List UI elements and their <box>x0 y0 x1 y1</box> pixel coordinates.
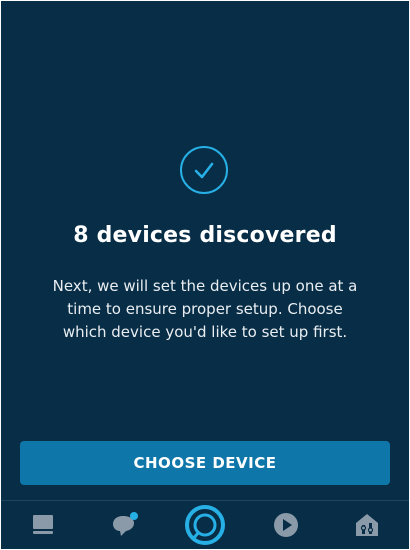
nav-item-play[interactable] <box>256 501 316 549</box>
choose-device-button[interactable]: CHOOSE DEVICE <box>20 441 390 485</box>
nav-item-home[interactable] <box>13 501 73 549</box>
communicate-icon <box>113 512 138 536</box>
device-discovery-screen: 8 devices discovered Next, we will set t… <box>1 1 409 549</box>
success-check-circle <box>180 146 228 194</box>
bottom-nav <box>1 501 409 549</box>
nav-item-alexa[interactable] <box>175 501 235 549</box>
checkmark-icon <box>194 162 214 179</box>
instruction-text: Next, we will set the devices up one at … <box>52 277 358 341</box>
page-title: 8 devices discovered <box>73 223 337 248</box>
nav-item-devices[interactable] <box>337 501 397 549</box>
nav-item-communicate[interactable] <box>95 501 155 549</box>
play-icon <box>274 513 298 537</box>
devices-icon <box>356 514 378 536</box>
home-icon <box>33 515 53 534</box>
alexa-icon <box>185 505 225 545</box>
